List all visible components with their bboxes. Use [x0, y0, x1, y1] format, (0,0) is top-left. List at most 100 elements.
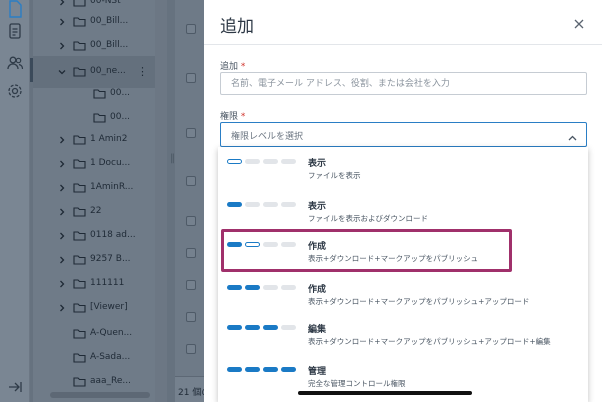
- permission-option-description: ファイルを表示: [308, 171, 361, 180]
- folder-icon: [73, 302, 86, 313]
- permission-level-pill: [263, 202, 278, 207]
- close-icon[interactable]: [572, 16, 586, 30]
- folder-icon: [93, 88, 106, 99]
- permission-level-pill: [245, 159, 260, 164]
- permission-level-pill: [227, 159, 242, 164]
- members-icon[interactable]: [6, 54, 24, 72]
- permission-option-description: ファイルを表示およびダウンロード: [308, 214, 428, 223]
- required-mark: *: [240, 62, 246, 72]
- folder-icon: [73, 376, 86, 387]
- tree-row-label: [Viewer]: [90, 302, 128, 312]
- tree-row-label: 1 Docu...: [90, 158, 131, 168]
- permission-level-pill: [227, 367, 242, 372]
- permission-option-title: 編集: [308, 325, 327, 335]
- permission-option-description: 表示+ダウンロード+マークアップをパブリッシュ+アップロード: [308, 297, 530, 306]
- row-checkbox[interactable]: [186, 216, 196, 226]
- folder-icon: [73, 254, 86, 265]
- chevron-right-icon[interactable]: [57, 279, 67, 289]
- permission-option[interactable]: [218, 152, 588, 192]
- permission-level-pill: [281, 159, 296, 164]
- chevron-up-icon[interactable]: [567, 129, 578, 141]
- permission-label-text: 権限: [220, 112, 239, 122]
- permission-level-pill: [263, 159, 278, 164]
- chevron-right-icon[interactable]: [57, 17, 67, 27]
- permission-option-title: 表示: [308, 159, 327, 169]
- row-checkbox[interactable]: [186, 344, 196, 354]
- tree-row-label: A-Quen...: [90, 328, 133, 338]
- tree-row-label: aaa_Re...: [90, 376, 132, 386]
- chevron-right-icon[interactable]: [57, 159, 67, 169]
- row-checkbox[interactable]: [186, 280, 196, 290]
- tree-row-label: 111111: [90, 278, 125, 288]
- home-indicator: [298, 391, 472, 395]
- folder-icon: [73, 230, 86, 241]
- tree-row-label: 00...: [110, 88, 131, 98]
- document-icon[interactable]: [6, 0, 24, 18]
- folder-icon: [73, 328, 86, 339]
- required-mark: *: [240, 112, 246, 122]
- row-checkbox[interactable]: [186, 176, 196, 186]
- folder-icon: [73, 16, 86, 27]
- row-checkbox[interactable]: [186, 128, 196, 138]
- highlight-box: [221, 229, 512, 272]
- gear-icon[interactable]: [6, 82, 24, 100]
- more-options-icon[interactable]: ⋮: [137, 65, 148, 78]
- permission-level-pill: [227, 285, 242, 290]
- permission-level-pill: [263, 285, 278, 290]
- permission-level-pill: [227, 325, 242, 330]
- permission-option-title: 管理: [308, 367, 327, 377]
- chevron-right-icon[interactable]: [57, 231, 67, 241]
- row-checkbox[interactable]: [186, 24, 196, 34]
- permission-level-pill: [281, 285, 296, 290]
- permission-level-pill: [281, 325, 296, 330]
- chevron-right-icon[interactable]: [57, 255, 67, 265]
- permission-option-title: 表示: [308, 202, 327, 212]
- folder-icon: [73, 206, 86, 217]
- tree-horizontal-scrollbar[interactable]: [50, 392, 150, 398]
- permission-field-label: 権限 *: [220, 109, 245, 122]
- tree-row-label: 00_ne...: [90, 66, 126, 76]
- panel-splitter[interactable]: [155, 0, 167, 402]
- permission-level-pill: [245, 285, 260, 290]
- expand-panel-icon[interactable]: [6, 378, 24, 396]
- folder-icon: [73, 66, 86, 77]
- chevron-right-icon[interactable]: [57, 207, 67, 217]
- file-list-icon[interactable]: [6, 22, 24, 40]
- icon-rail: [0, 0, 30, 402]
- tree-row-label: 00_Bill...: [90, 16, 129, 26]
- chevron-right-icon[interactable]: [57, 183, 67, 193]
- permission-level-pill: [245, 325, 260, 330]
- permission-level-pill: [281, 202, 296, 207]
- tree-row-label: 00...: [110, 112, 131, 122]
- row-checkbox[interactable]: [186, 312, 196, 322]
- tree-row-label: 1 Amin2: [90, 134, 128, 144]
- chevron-right-icon[interactable]: [57, 135, 67, 145]
- tree-row-label: 0118 ad...: [90, 230, 136, 240]
- chevron-down-icon[interactable]: [57, 67, 67, 77]
- add-member-input[interactable]: [220, 72, 587, 95]
- permission-option-description: 完全な管理コントロール権限: [308, 379, 406, 388]
- permission-level-pill: [245, 202, 260, 207]
- permission-level-pill: [227, 202, 242, 207]
- chevron-right-icon[interactable]: [57, 41, 67, 51]
- permission-level-pill: [245, 367, 260, 372]
- tree-row-label: 22: [90, 206, 102, 216]
- tree-row-label: 9257 B...: [90, 254, 131, 264]
- folder-icon: [73, 352, 86, 363]
- permission-level-pill: [263, 367, 278, 372]
- folder-icon: [73, 278, 86, 289]
- folder-icon: [73, 40, 86, 51]
- dialog-divider: [204, 44, 602, 45]
- tree-row-label: A-Sada...: [90, 352, 131, 362]
- tree-row-label: 00_Bill...: [90, 40, 129, 50]
- permission-level-pill: [263, 325, 278, 330]
- folder-icon: [73, 158, 86, 169]
- folder-icon: [73, 134, 86, 145]
- permission-level-pill: [281, 367, 296, 372]
- row-checkbox[interactable]: [186, 73, 196, 83]
- chevron-right-icon[interactable]: [57, 303, 67, 313]
- permission-select-placeholder: 権限レベルを選択: [231, 132, 304, 142]
- tree-row-label: 1AminR...: [90, 182, 134, 192]
- folder-icon: [73, 182, 86, 193]
- row-checkbox[interactable]: [186, 248, 196, 258]
